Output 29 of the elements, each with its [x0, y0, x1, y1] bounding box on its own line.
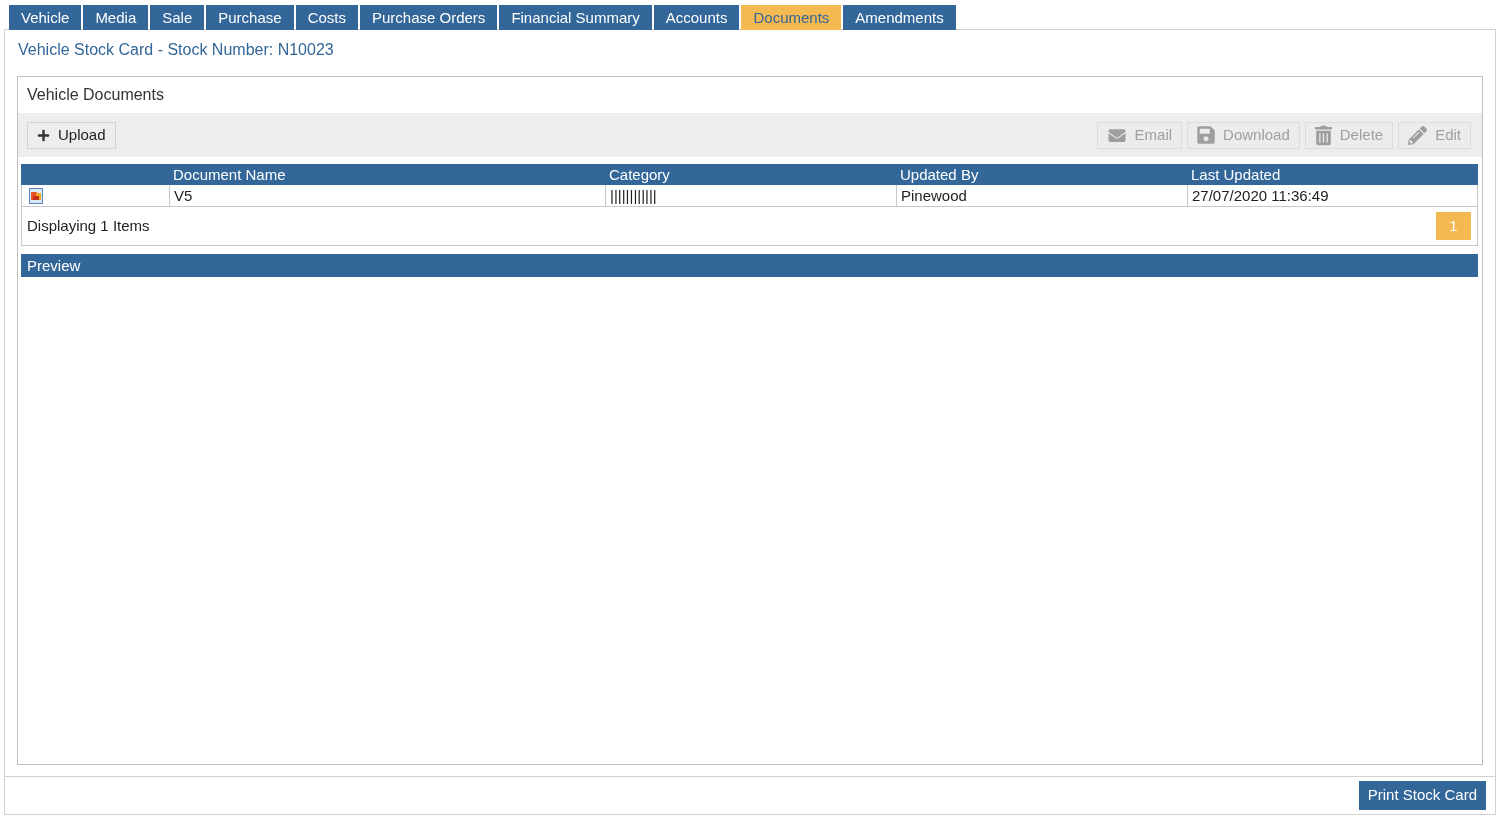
pencil-icon	[1408, 125, 1428, 145]
item-count-text: Displaying 1 Items	[27, 215, 150, 236]
column-header: Last Updated	[1191, 166, 1281, 183]
panel-title: Vehicle Documents	[27, 85, 164, 105]
tab[interactable]: Sale	[150, 5, 205, 30]
table-cell: V5	[174, 187, 193, 204]
table-cell: ||||||||||||	[610, 187, 657, 204]
plus-icon	[37, 128, 50, 142]
column-header: Category	[609, 166, 670, 183]
tab[interactable]: Amendments	[843, 5, 956, 30]
print-button[interactable]: Print Stock Card	[1358, 781, 1486, 810]
tab[interactable]: Vehicle	[9, 5, 82, 30]
tab[interactable]: Purchase Orders	[360, 5, 498, 30]
toolbar-button[interactable]: Upload	[27, 121, 116, 149]
table-cell: 27/07/2020 11:36:49	[1192, 187, 1329, 204]
table-cell: Pinewood	[901, 187, 967, 204]
page-title: Vehicle Stock Card - Stock Number: N10023	[18, 41, 334, 58]
tab[interactable]: Purchase	[206, 5, 294, 30]
image-file-icon	[28, 187, 44, 204]
tab[interactable]: Documents	[741, 5, 842, 30]
tab[interactable]: Financial Summary	[499, 5, 652, 30]
tab[interactable]: Accounts	[653, 5, 740, 30]
column-header: Document Name	[173, 166, 286, 183]
column-header: Updated By	[900, 166, 979, 183]
tab[interactable]: Costs	[295, 5, 358, 30]
trash-icon	[1314, 124, 1332, 146]
tab[interactable]: Media	[83, 5, 149, 30]
preview-header: Preview	[21, 254, 1478, 277]
envelope-icon	[1106, 126, 1127, 144]
